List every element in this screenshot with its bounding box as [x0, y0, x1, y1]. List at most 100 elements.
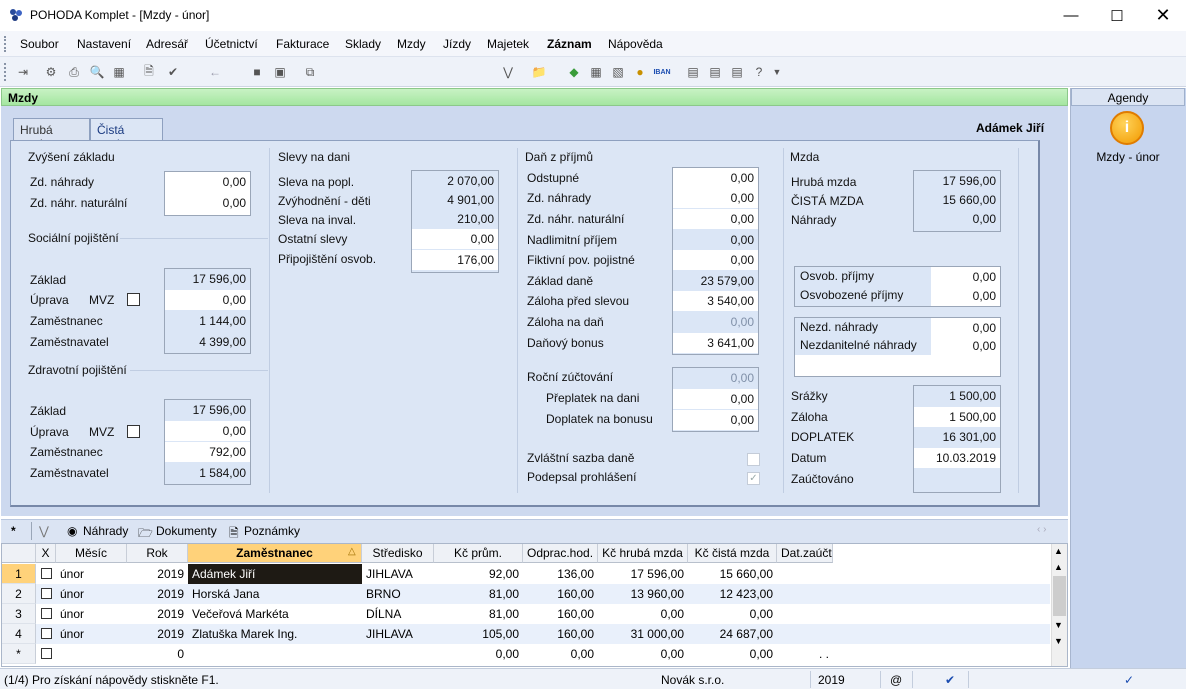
- menu-adresar[interactable]: Adresář: [146, 37, 188, 51]
- document-icon[interactable]: ▤: [706, 63, 724, 81]
- cell-str[interactable]: DÍLNA: [362, 604, 434, 624]
- cell-str[interactable]: JIHLAVA: [362, 564, 434, 584]
- row-number[interactable]: 3: [2, 604, 36, 624]
- cell-rok[interactable]: 2019: [127, 584, 188, 604]
- cell-dat[interactable]: [777, 584, 833, 604]
- report-icon[interactable]: ▦: [110, 63, 128, 81]
- cell-hruba[interactable]: 0,00: [598, 604, 688, 624]
- cell-mesic[interactable]: únor: [56, 604, 127, 624]
- row-number[interactable]: 2: [2, 584, 36, 604]
- iban-icon[interactable]: IBAN: [653, 63, 671, 81]
- row-number[interactable]: 1: [2, 564, 36, 584]
- scroll-top-icon[interactable]: ▲: [1054, 546, 1063, 556]
- soc-mvz-checkbox[interactable]: [127, 293, 140, 306]
- grid-scrollbar[interactable]: ▲ ▲ ▼ ▼: [1051, 544, 1067, 666]
- cell-hod[interactable]: 136,00: [523, 564, 598, 584]
- doplatek-bonus-input[interactable]: 0,00: [673, 410, 758, 430]
- menu-zaznam[interactable]: Záznam: [547, 37, 592, 51]
- cell-dat[interactable]: [777, 564, 833, 584]
- menu-fakturace[interactable]: Fakturace: [276, 37, 329, 51]
- cell-dat[interactable]: [777, 624, 833, 644]
- tab-dokumenty[interactable]: Dokumenty: [156, 524, 217, 538]
- cell-prum[interactable]: 0,00: [434, 644, 523, 664]
- menu-mzdy[interactable]: Mzdy: [397, 37, 426, 51]
- cell-str[interactable]: JIHLAVA: [362, 624, 434, 644]
- col-rok[interactable]: Rok: [127, 544, 188, 563]
- preplatek-input[interactable]: 0,00: [673, 389, 758, 409]
- cell-rok[interactable]: 2019: [127, 604, 188, 624]
- tab-cista-mzda[interactable]: Čistá mzda: [90, 118, 163, 151]
- cell-cista[interactable]: 0,00: [688, 644, 777, 664]
- dan-zd-nahrady-input[interactable]: 0,00: [673, 188, 758, 208]
- menu-jizdy[interactable]: Jízdy: [443, 37, 471, 51]
- zd-nahr-nat-input[interactable]: 0,00: [165, 193, 250, 213]
- menu-majetek[interactable]: Majetek: [487, 37, 529, 51]
- row-checkbox[interactable]: [40, 648, 52, 659]
- minimize-button[interactable]: —: [1048, 0, 1094, 31]
- cell-prum[interactable]: 81,00: [434, 584, 523, 604]
- status-ok-icon[interactable]: ✓: [1124, 673, 1134, 687]
- row-checkbox-cell[interactable]: [36, 624, 56, 644]
- cell-hod[interactable]: 160,00: [523, 604, 598, 624]
- copy-icon[interactable]: ⧉: [301, 63, 319, 81]
- cell-zam[interactable]: [188, 644, 362, 664]
- col-zamestnanec[interactable]: Zaměstnanec: [188, 544, 362, 563]
- row-checkbox-cell[interactable]: [36, 604, 56, 624]
- row-checkbox-cell[interactable]: [36, 564, 56, 584]
- cell-zam[interactable]: Horská Jana: [188, 584, 362, 604]
- cell-mesic[interactable]: [56, 644, 127, 664]
- danovy-bonus-input[interactable]: 3 641,00: [673, 333, 758, 353]
- cell-str[interactable]: BRNO: [362, 584, 434, 604]
- fiktivni-input[interactable]: 0,00: [673, 250, 758, 270]
- pripojisteni-input[interactable]: 176,00: [412, 250, 498, 270]
- menu-soubor[interactable]: Soubor: [20, 37, 59, 51]
- tab-hruba-mzda[interactable]: Hrubá mzda: [13, 118, 90, 151]
- datum-input[interactable]: 10.03.2019: [914, 448, 1000, 468]
- message-icon[interactable]: ▤: [684, 63, 702, 81]
- cell-hruba[interactable]: 0,00: [598, 644, 688, 664]
- row-checkbox[interactable]: [40, 628, 52, 639]
- cell-rok[interactable]: 2019: [127, 564, 188, 584]
- cell-dat[interactable]: . .: [777, 644, 833, 664]
- filter-tab-icon[interactable]: ⋁: [39, 524, 49, 538]
- soc-uprava-input[interactable]: 0,00: [165, 290, 250, 310]
- agenda-mzdy-icon[interactable]: i: [1110, 111, 1144, 145]
- zaloha-pred-input[interactable]: 3 540,00: [673, 291, 758, 311]
- cell-prum[interactable]: 105,00: [434, 624, 523, 644]
- print-preview-icon[interactable]: 🔍: [88, 63, 106, 81]
- zdr-uprava-input[interactable]: 0,00: [165, 421, 250, 441]
- cell-mesic[interactable]: únor: [56, 624, 127, 644]
- row-number[interactable]: *: [2, 644, 36, 664]
- cell-zam[interactable]: Adámek Jiří: [188, 564, 362, 584]
- back-icon[interactable]: ←: [206, 63, 224, 81]
- nezdanitelne-value[interactable]: 0,00: [931, 336, 1000, 356]
- nezd-value[interactable]: 0,00: [931, 318, 1000, 338]
- cell-cista[interactable]: 12 423,00: [688, 584, 777, 604]
- cell-mesic[interactable]: únor: [56, 564, 127, 584]
- exit-icon[interactable]: ⇥: [14, 63, 32, 81]
- help-icon[interactable]: ?: [750, 63, 768, 81]
- cell-prum[interactable]: 92,00: [434, 564, 523, 584]
- cell-rok[interactable]: 0: [127, 644, 188, 664]
- cell-hod[interactable]: 160,00: [523, 624, 598, 644]
- save-all-icon[interactable]: ▣: [271, 63, 289, 81]
- menu-ucetnictvi[interactable]: Účetnictví: [205, 37, 258, 51]
- tag-icon[interactable]: ◆: [565, 63, 583, 81]
- coins-icon[interactable]: ●: [631, 63, 649, 81]
- col-dat-zauct[interactable]: Dat.zaúčt.: [777, 544, 833, 563]
- cell-hruba[interactable]: 13 960,00: [598, 584, 688, 604]
- cell-rok[interactable]: 2019: [127, 624, 188, 644]
- confirm-icon[interactable]: ✔: [164, 63, 182, 81]
- row-checkbox[interactable]: [40, 608, 52, 619]
- col-kc-prum[interactable]: Kč prům.: [434, 544, 523, 563]
- row-checkbox[interactable]: [40, 588, 52, 599]
- scroll-up-icon[interactable]: ▲: [1054, 562, 1063, 572]
- row-checkbox[interactable]: [40, 568, 52, 579]
- podepsal-checkbox[interactable]: ✓: [747, 472, 760, 485]
- col-odprac-hod[interactable]: Odprac.hod.: [523, 544, 598, 563]
- status-check-icon[interactable]: ✔: [945, 673, 955, 687]
- col-kc-cista[interactable]: Kč čistá mzda: [688, 544, 777, 563]
- cell-zam[interactable]: Zlatuška Marek Ing.: [188, 624, 362, 644]
- col-kc-hruba[interactable]: Kč hrubá mzda: [598, 544, 688, 563]
- config-icon[interactable]: ⚙: [42, 63, 60, 81]
